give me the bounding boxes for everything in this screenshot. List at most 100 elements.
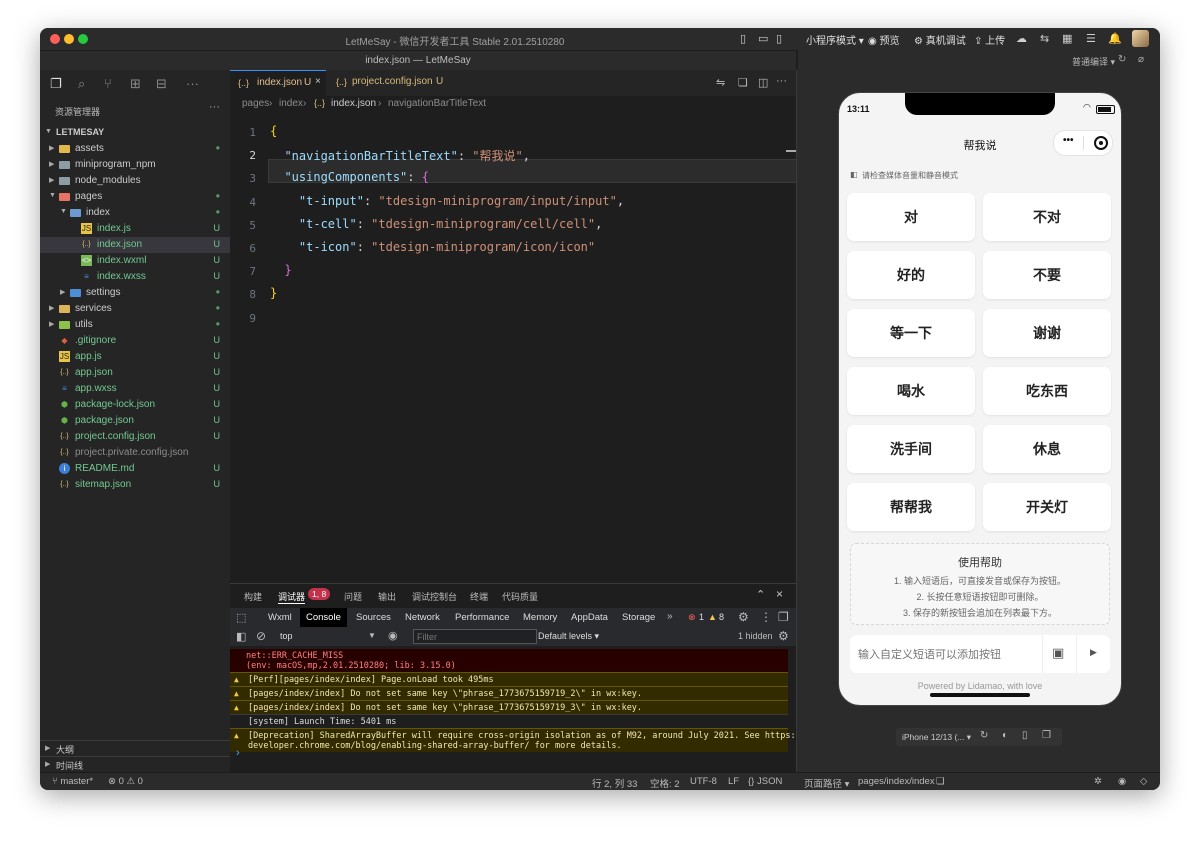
panel-tab[interactable]: 问题 [344, 590, 362, 603]
file-tree-item[interactable]: JS app.js U [40, 349, 230, 365]
file-tree-item[interactable]: ▼ pages • [40, 189, 230, 205]
devtools-tab-appdata[interactable]: AppData [571, 612, 608, 623]
sidebar-toggle-icon[interactable]: ◧ [236, 630, 246, 643]
explorer-more-icon[interactable]: ··· [209, 101, 220, 113]
file-tree-item[interactable]: ▼ index • [40, 205, 230, 221]
devtools-tab-console[interactable]: Console [300, 608, 347, 627]
tab-project-config[interactable]: {..} project.config.json U [328, 70, 448, 96]
avatar[interactable] [1132, 30, 1149, 47]
more-icon[interactable]: ··· [186, 76, 199, 91]
clear-console-icon[interactable]: ⊘ [256, 629, 266, 643]
warn-count[interactable]: 8 [719, 612, 724, 622]
encoding-status[interactable]: UTF-8 [690, 776, 717, 787]
window-icon[interactable]: ▦ [1062, 32, 1072, 45]
more-tabs[interactable]: » [667, 611, 673, 622]
panel-tab[interactable]: 代码质量 [502, 590, 538, 603]
devtools-tab-memory[interactable]: Memory [523, 612, 557, 623]
device-select[interactable]: iPhone 12/13 (... ▾ [902, 732, 971, 743]
file-tree-item[interactable]: JS index.js U [40, 221, 230, 237]
code-editor[interactable]: 1 {2 "navigationBarTitleText": "帮我说", 3 "u… [230, 112, 798, 582]
minimize-window-button[interactable] [64, 34, 74, 44]
panel-tab[interactable]: 构建 [244, 590, 262, 603]
panel-tab[interactable]: 终端 [470, 590, 488, 603]
kebab-icon[interactable]: ⋮ [760, 610, 772, 624]
close-window-button[interactable] [50, 34, 60, 44]
layout-right-icon[interactable]: ▯ [776, 32, 782, 45]
devtools-tab-sources[interactable]: Sources [356, 612, 391, 623]
phrase-button[interactable]: 开关灯 [983, 483, 1111, 531]
phrase-button[interactable]: 等一下 [847, 309, 975, 357]
phrase-input[interactable] [850, 635, 1044, 673]
bell-icon[interactable]: 🔔 [1108, 32, 1122, 45]
outline-section[interactable]: ▶ 大纲 [40, 740, 230, 757]
eye-icon[interactable]: ◉ [388, 629, 398, 642]
layout-bottom-icon[interactable]: ▭ [758, 32, 768, 45]
file-tree-item[interactable]: {..} project.config.json U [40, 429, 230, 445]
breadcrumb-file[interactable]: index.json [331, 98, 376, 109]
copy-icon[interactable]: ❏ [738, 76, 748, 89]
file-tree-item[interactable]: ≡ index.wxss U [40, 269, 230, 285]
file-tree-item[interactable]: {..} project.private.config.json [40, 445, 230, 461]
cloud-icon[interactable]: ☁ [1016, 32, 1027, 45]
close-panel-icon[interactable]: × [776, 587, 783, 601]
files-icon[interactable]: ❐ [50, 76, 62, 92]
extensions-icon[interactable]: ⊞ [130, 76, 141, 92]
phrase-button[interactable]: 对 [847, 193, 975, 241]
search-icon[interactable]: ⌕ [78, 76, 85, 92]
more-dots-icon[interactable]: ••• [1063, 135, 1074, 146]
file-tree-item[interactable]: ▶ node_modules [40, 173, 230, 189]
error-count[interactable]: 1 [699, 612, 704, 622]
console-filter-input[interactable] [413, 629, 537, 644]
phrase-button[interactable]: 好的 [847, 251, 975, 299]
volume-icon[interactable]: ◐ [1002, 730, 1008, 741]
file-tree-item[interactable]: ◆ .gitignore U [40, 333, 230, 349]
split-editor-icon[interactable]: ◫ [758, 76, 768, 89]
indent-status[interactable]: 空格: 2 [650, 776, 680, 790]
play-icon[interactable]: ▶ [1090, 647, 1097, 658]
layout-left-icon[interactable]: ▯ [740, 32, 746, 45]
tab-more-icon[interactable]: ··· [776, 75, 787, 87]
undock-icon[interactable]: ❐ [778, 610, 789, 624]
file-tree-item[interactable]: ⬢ package.json U [40, 413, 230, 429]
database-icon[interactable]: ⊟ [156, 76, 167, 92]
tab-index-json[interactable]: {..} index.json U × [230, 70, 326, 97]
close-tab-icon[interactable]: × [315, 76, 321, 87]
file-tree-item[interactable]: ▶ assets • [40, 141, 230, 157]
devtools-tab-network[interactable]: Network [405, 612, 440, 623]
devtools-tab-storage[interactable]: Storage [622, 612, 655, 623]
phrase-button[interactable]: 休息 [983, 425, 1111, 473]
copy-path-icon[interactable]: ❏ [936, 776, 945, 787]
problems-status[interactable]: ⊗ 0 ⚠ 0 [108, 776, 143, 787]
file-tree-item[interactable]: ≡ app.wxss U [40, 381, 230, 397]
file-tree-item[interactable]: ▶ settings • [40, 285, 230, 301]
preview-button[interactable]: ◉ 预览 [868, 32, 900, 47]
console-prompt[interactable]: › [236, 747, 240, 759]
compare-icon[interactable]: ⇋ [716, 76, 725, 89]
phrase-button[interactable]: 喝水 [847, 367, 975, 415]
inspect-icon[interactable]: ⬚ [236, 611, 246, 624]
context-select[interactable]: top ▼ [276, 629, 376, 644]
file-tree-item[interactable]: ⬢ package-lock.json U [40, 397, 230, 413]
notification-icon[interactable]: ◇ [1140, 776, 1147, 787]
file-tree-item[interactable]: {..} app.json U [40, 365, 230, 381]
file-tree-item[interactable]: i README.md U [40, 461, 230, 477]
refresh-icon[interactable]: ↻ [1118, 54, 1126, 65]
language-status[interactable]: {} JSON [748, 776, 782, 787]
phrase-button[interactable]: 不要 [983, 251, 1111, 299]
file-tree-item[interactable]: <> index.wxml U [40, 253, 230, 269]
mode-dropdown[interactable]: 小程序模式 ▾ [806, 32, 864, 47]
file-tree-item[interactable]: {..} sitemap.json U [40, 477, 230, 493]
rotate-icon[interactable]: ↻ [980, 730, 988, 741]
upload-button[interactable]: ⇪ 上传 [974, 32, 1005, 47]
maximize-window-button[interactable] [78, 34, 88, 44]
compile-dropdown[interactable]: 普通编译 ▾ [1072, 55, 1115, 68]
file-tree-item[interactable]: ▶ services • [40, 301, 230, 317]
phrase-button[interactable]: 吃东西 [983, 367, 1111, 415]
save-icon[interactable]: ▣ [1052, 645, 1064, 661]
cursor-position[interactable]: 行 2, 列 33 [592, 776, 637, 790]
console-settings-icon[interactable]: ⚙ [778, 629, 789, 643]
phrase-button[interactable]: 不对 [983, 193, 1111, 241]
eye-icon[interactable]: ◉ [1118, 776, 1126, 787]
file-tree-item[interactable]: ▶ utils • [40, 317, 230, 333]
settings-icon[interactable]: ⚙ [738, 610, 749, 624]
